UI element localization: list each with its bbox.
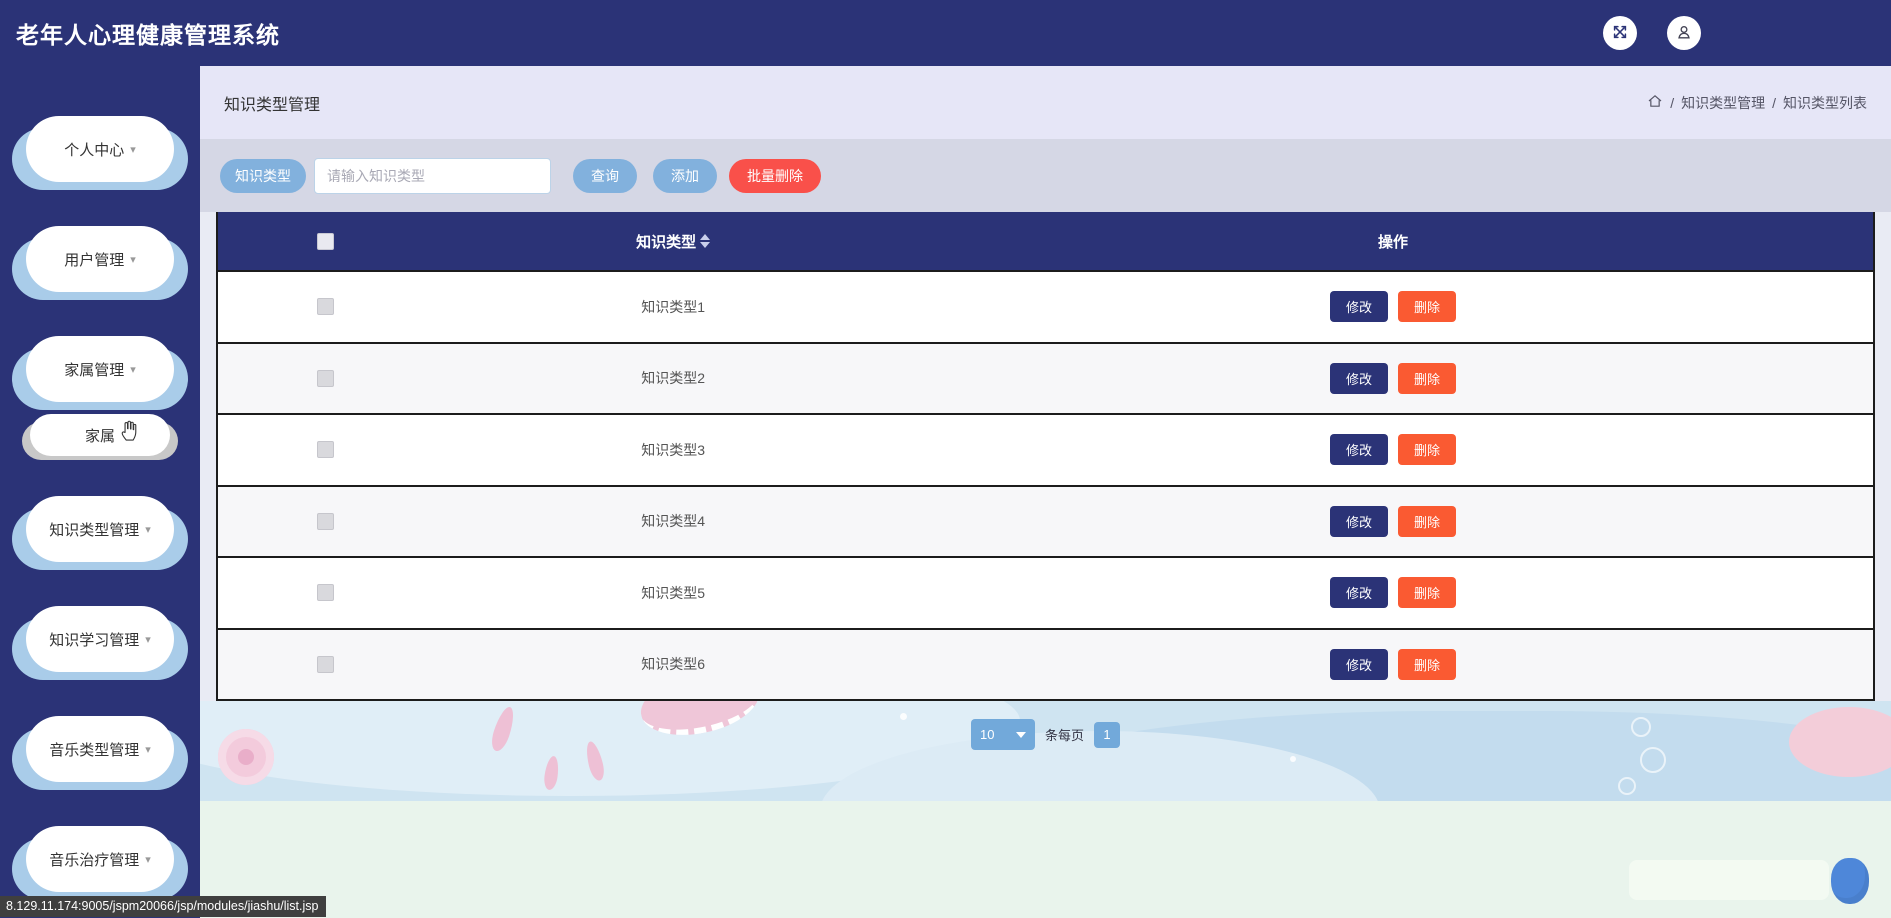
cell-knowledge-type: 知识类型4 bbox=[641, 513, 705, 530]
search-input[interactable] bbox=[314, 157, 551, 194]
select-all-checkbox[interactable] bbox=[317, 232, 335, 250]
knowledge-type-table: 知识类型 操作 知识类型1 修改 删除 知识类型2 修改 删除 知识类型3 修改… bbox=[216, 212, 1875, 701]
sidebar-item-music-type-management[interactable]: 音乐类型管理 ▾ bbox=[12, 716, 188, 790]
row-checkbox[interactable] bbox=[317, 655, 335, 673]
chevron-down-icon: ▾ bbox=[130, 363, 136, 376]
chevron-down-icon bbox=[1015, 731, 1026, 738]
table-row: 知识类型4 修改 删除 bbox=[218, 484, 1873, 556]
table-row: 知识类型5 修改 删除 bbox=[218, 556, 1873, 628]
main-content: 知识类型管理 / 知识类型管理 / 知识类型列表 知识类型 查询 添加 批量删除 bbox=[200, 66, 1891, 918]
page-header: 知识类型管理 / 知识类型管理 / 知识类型列表 bbox=[200, 66, 1891, 139]
status-url: 8.129.11.174:9005/jspm20066/jsp/modules/… bbox=[0, 896, 327, 917]
row-checkbox[interactable] bbox=[317, 584, 335, 602]
page-title: 知识类型管理 bbox=[224, 96, 321, 114]
sidebar-item-family-management[interactable]: 家属管理 ▾ bbox=[12, 336, 188, 410]
edit-button[interactable]: 修改 bbox=[1330, 577, 1389, 609]
sidebar-item-label: 用户管理 bbox=[64, 251, 125, 269]
edit-button[interactable]: 修改 bbox=[1330, 648, 1389, 680]
sidebar-item-label: 家属管理 bbox=[64, 361, 125, 379]
table-header-row: 知识类型 操作 bbox=[218, 212, 1873, 270]
sidebar-item-knowledge-type-management[interactable]: 知识类型管理 ▾ bbox=[12, 496, 188, 570]
breadcrumb: / 知识类型管理 / 知识类型列表 bbox=[1647, 93, 1867, 113]
table-row: 知识类型6 修改 删除 bbox=[218, 627, 1873, 699]
decor-bubble bbox=[1640, 747, 1666, 773]
cell-knowledge-type: 知识类型3 bbox=[641, 441, 705, 458]
sidebar-subitem-family[interactable]: 家属 bbox=[22, 414, 178, 460]
top-header: 老年人心理健康管理系统 bbox=[0, 0, 1891, 66]
sidebar-subitem-label: 家属 bbox=[84, 427, 115, 445]
breadcrumb-item: 知识类型列表 bbox=[1783, 94, 1867, 111]
column-actions: 操作 bbox=[1378, 233, 1409, 251]
delete-button[interactable]: 删除 bbox=[1398, 291, 1457, 323]
batch-delete-button[interactable]: 批量删除 bbox=[729, 158, 821, 193]
sidebar-item-label: 知识类型管理 bbox=[49, 521, 140, 539]
user-icon bbox=[1674, 22, 1694, 45]
table-row: 知识类型2 修改 删除 bbox=[218, 341, 1873, 413]
chevron-down-icon: ▾ bbox=[145, 633, 151, 646]
header-icon-group bbox=[1603, 16, 1701, 50]
pagination: 10 条每页 1 bbox=[200, 719, 1891, 750]
per-page-label: 条每页 bbox=[1044, 728, 1084, 743]
decor-bubble bbox=[1618, 777, 1636, 795]
delete-button[interactable]: 删除 bbox=[1398, 577, 1457, 609]
breadcrumb-separator: / bbox=[1772, 94, 1776, 111]
delete-button[interactable]: 删除 bbox=[1398, 648, 1457, 680]
decor-panel bbox=[1629, 860, 1829, 900]
query-button[interactable]: 查询 bbox=[573, 158, 637, 193]
cell-knowledge-type: 知识类型2 bbox=[641, 370, 705, 387]
edit-button[interactable]: 修改 bbox=[1330, 362, 1389, 394]
sort-icon[interactable] bbox=[700, 234, 711, 248]
user-profile-button[interactable] bbox=[1667, 16, 1701, 50]
home-icon[interactable] bbox=[1647, 93, 1663, 112]
row-checkbox[interactable] bbox=[317, 441, 335, 459]
cell-knowledge-type: 知识类型6 bbox=[641, 656, 705, 673]
footer-zone bbox=[200, 801, 1891, 918]
page-size-value: 10 bbox=[979, 727, 995, 742]
table-row: 知识类型1 修改 删除 bbox=[218, 270, 1873, 342]
fullscreen-icon bbox=[1610, 22, 1630, 45]
app-window: 老年人心理健康管理系统 个人中心 ▾ 用户管理 ▾ 家属管理 ▾ 家属 知识类型… bbox=[0, 0, 1891, 918]
row-checkbox[interactable] bbox=[317, 298, 335, 316]
chat-widget-button[interactable] bbox=[1831, 858, 1869, 904]
sidebar-item-personal-center[interactable]: 个人中心 ▾ bbox=[12, 116, 188, 190]
sidebar-item-label: 音乐治疗管理 bbox=[49, 851, 140, 869]
table-row: 知识类型3 修改 删除 bbox=[218, 413, 1873, 485]
search-field-label: 知识类型 bbox=[220, 158, 306, 193]
sidebar-item-label: 个人中心 bbox=[64, 141, 125, 159]
delete-button[interactable]: 删除 bbox=[1398, 505, 1457, 537]
breadcrumb-separator: / bbox=[1670, 94, 1675, 111]
cell-knowledge-type: 知识类型1 bbox=[641, 298, 705, 315]
chevron-down-icon: ▾ bbox=[145, 743, 151, 756]
edit-button[interactable]: 修改 bbox=[1330, 505, 1389, 537]
mouse-cursor-pointer-icon bbox=[118, 418, 140, 442]
sidebar: 个人中心 ▾ 用户管理 ▾ 家属管理 ▾ 家属 知识类型管理 ▾ 知识学习管理 ▾ 音乐类… bbox=[0, 66, 200, 918]
column-knowledge-type: 知识类型 bbox=[636, 233, 697, 251]
app-title: 老年人心理健康管理系统 bbox=[16, 22, 280, 48]
edit-button[interactable]: 修改 bbox=[1330, 291, 1389, 323]
delete-button[interactable]: 删除 bbox=[1398, 434, 1457, 466]
row-checkbox[interactable] bbox=[317, 369, 335, 387]
add-button[interactable]: 添加 bbox=[653, 158, 717, 193]
breadcrumb-item: 知识类型管理 bbox=[1681, 94, 1766, 111]
chevron-down-icon: ▾ bbox=[130, 253, 136, 266]
page-1-button[interactable]: 1 bbox=[1094, 721, 1120, 748]
edit-button[interactable]: 修改 bbox=[1330, 434, 1389, 466]
sidebar-item-music-therapy-management[interactable]: 音乐治疗管理 ▾ bbox=[12, 826, 188, 900]
chevron-down-icon: ▾ bbox=[130, 143, 136, 156]
sidebar-item-label: 音乐类型管理 bbox=[49, 741, 140, 759]
search-toolbar: 知识类型 查询 添加 批量删除 bbox=[200, 139, 1891, 212]
table-zone: 知识类型 操作 知识类型1 修改 删除 知识类型2 修改 删除 知识类型3 修改… bbox=[200, 212, 1891, 701]
row-checkbox[interactable] bbox=[317, 512, 335, 530]
chevron-down-icon: ▾ bbox=[145, 523, 151, 536]
sidebar-item-label: 知识学习管理 bbox=[49, 631, 140, 649]
decor-dot bbox=[1290, 756, 1296, 762]
cell-knowledge-type: 知识类型5 bbox=[641, 584, 705, 601]
fullscreen-button[interactable] bbox=[1603, 16, 1637, 50]
page-size-select[interactable]: 10 bbox=[970, 719, 1035, 750]
chevron-down-icon: ▾ bbox=[145, 853, 151, 866]
delete-button[interactable]: 删除 bbox=[1398, 362, 1457, 394]
sidebar-item-user-management[interactable]: 用户管理 ▾ bbox=[12, 226, 188, 300]
pagination-strip: 10 条每页 1 bbox=[200, 701, 1891, 801]
sidebar-item-knowledge-learning-management[interactable]: 知识学习管理 ▾ bbox=[12, 606, 188, 680]
